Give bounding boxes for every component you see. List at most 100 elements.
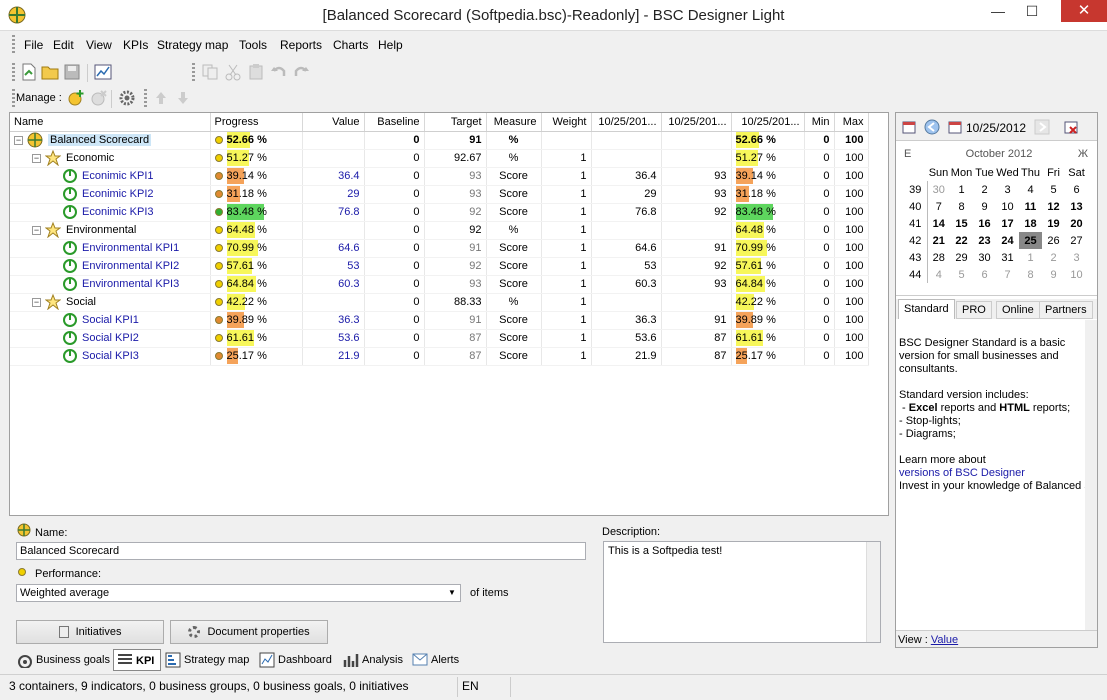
initiatives-button[interactable]: Initiatives [16,620,164,644]
table-row[interactable]: Environmental KPI3 64.84 % 60.3 0 93 Score 1 60… [10,275,869,294]
menu-kpis[interactable]: KPIs [123,38,148,52]
cut-icon[interactable] [224,63,242,81]
calendar-day[interactable]: 6 [973,266,996,283]
calendar-day[interactable]: 10 [1065,266,1088,283]
col-weight[interactable]: Weight [541,113,592,132]
tab-standard[interactable]: Standard [898,299,955,319]
calendar-day[interactable]: 14 [927,215,950,232]
table-row[interactable]: Social KPI2 61.61 % 53.6 0 87 Score 1 53.6 87 61.… [10,329,869,348]
table-row[interactable]: − Environmental 64.48 % 0 92% 1 64.48 % 0 100 [10,221,869,240]
paste-icon[interactable] [247,63,265,81]
table-row[interactable]: Social KPI1 39.89 % 36.3 0 91 Score 1 36.3 91 39.… [10,311,869,330]
calendar-day[interactable]: 15 [950,215,973,232]
move-up-icon[interactable] [152,89,170,107]
calendar-day[interactable]: 31 [996,249,1019,266]
row-name-cell[interactable]: Environmental KPI1 [10,239,211,258]
undo-icon[interactable] [270,63,288,81]
tab-partners[interactable]: Partners [1039,301,1093,319]
calendar-day[interactable]: 3 [1065,249,1088,266]
col-min[interactable]: Min [804,113,835,132]
description-scrollbar[interactable] [866,542,880,642]
calendar-day[interactable]: 10 [996,198,1019,215]
calendar-day[interactable]: 16 [973,215,996,232]
calendar-day[interactable]: 8 [950,198,973,215]
name-field[interactable]: Balanced Scorecard [16,542,586,560]
view-value-link[interactable]: Value [931,634,958,646]
calendar-day[interactable]: 30 [973,249,996,266]
calendar-day[interactable]: 7 [927,198,950,215]
tab-pro[interactable]: PRO [956,301,992,319]
row-name-cell[interactable]: Social KPI2 [10,329,211,348]
row-name-cell[interactable]: Social KPI3 [10,347,211,366]
tab-online[interactable]: Online [996,301,1040,319]
table-row[interactable]: Environmental KPI2 57.61 % 53 0 92 Score 1 53 92… [10,257,869,276]
tab-strategy-map[interactable]: Strategy map [162,649,254,671]
calendar-day[interactable]: 3 [996,181,1019,198]
col-name[interactable]: Name [10,113,211,132]
table-row[interactable]: Econimic KPI3 83.48 % 76.8 0 92 Score 1 76.8 92 8… [10,203,869,222]
menu-charts[interactable]: Charts [333,38,368,52]
row-name-cell[interactable]: Environmental KPI3 [10,275,211,294]
description-field[interactable]: This is a Softpedia test! [603,541,881,643]
forward-arrow-icon[interactable] [1034,119,1050,135]
row-name-cell[interactable]: − Balanced Scorecard [10,131,211,150]
row-name-cell[interactable]: Econimic KPI1 [10,167,211,186]
calendar-day[interactable]: 4 [927,266,950,283]
table-row[interactable]: − Social 42.22 % 0 88.33% 1 42.22 % 0 100 [10,293,869,312]
back-arrow-icon[interactable] [924,119,940,135]
calendar-today-icon[interactable] [902,120,916,134]
menu-help[interactable]: Help [378,38,403,52]
kpi-grid[interactable]: Name Progress Value Baseline Target Meas… [9,112,889,516]
document-properties-button[interactable]: Document properties [170,620,328,644]
row-name-cell[interactable]: Social KPI1 [10,311,211,330]
calendar-day[interactable]: 12 [1042,198,1065,215]
table-row[interactable]: Econimic KPI1 39.14 % 36.4 0 93 Score 1 36.4 93 3… [10,167,869,186]
col-measure[interactable]: Measure [486,113,542,132]
calendar-day[interactable]: 1 [950,181,973,198]
menu-strategy-map[interactable]: Strategy map [157,38,228,52]
calendar-day[interactable]: 9 [1042,266,1065,283]
row-name-cell[interactable]: Environmental KPI2 [10,257,211,276]
tab-business-goals[interactable]: Business goals [14,649,112,671]
row-name-cell[interactable]: − Social [10,293,211,312]
maximize-button[interactable]: ☐ [1017,0,1047,22]
table-row[interactable]: Econimic KPI2 31.18 % 29 0 93 Score 1 29 93 31.18… [10,185,869,204]
calendar-day[interactable]: 6 [1065,181,1088,198]
calendar-day[interactable]: 5 [1042,181,1065,198]
collapse-toggle-icon[interactable]: − [32,225,41,235]
col-target[interactable]: Target [424,113,487,132]
row-name-cell[interactable]: Econimic KPI2 [10,185,211,204]
calendar-day[interactable]: 2 [973,181,996,198]
table-row[interactable]: Environmental KPI1 70.99 % 64.6 0 91 Score 1 64… [10,239,869,258]
move-down-icon[interactable] [174,89,192,107]
menu-tools[interactable]: Tools [239,38,267,52]
calendar-day[interactable]: 20 [1065,215,1088,232]
close-button[interactable]: ✕ [1061,0,1107,22]
col-baseline[interactable]: Baseline [364,113,425,132]
calendar-day[interactable]: 8 [1019,266,1042,283]
calendar-day[interactable]: 23 [973,232,996,249]
calendar-day[interactable]: 30 [927,181,950,198]
add-item-icon[interactable] [67,89,85,107]
calendar-day[interactable]: 7 [996,266,1019,283]
col-progress[interactable]: Progress [210,113,303,132]
calendar-day[interactable]: 24 [996,232,1019,249]
tab-kpi[interactable]: KPI [113,649,161,671]
delete-item-icon[interactable] [90,89,108,107]
calendar-day[interactable]: 29 [950,249,973,266]
calendar-day[interactable]: 2 [1042,249,1065,266]
calendar-day[interactable]: 27 [1065,232,1088,249]
collapse-toggle-icon[interactable]: − [32,153,41,163]
table-row[interactable]: − Balanced Scorecard 52.66 % 0 91% 52.66 % 0 10… [10,131,869,150]
calendar-delete-icon[interactable] [1064,120,1078,134]
minimize-button[interactable]: — [983,0,1013,22]
calendar-day[interactable]: 13 [1065,198,1088,215]
collapse-toggle-icon[interactable]: − [32,297,41,307]
calendar-day[interactable]: 9 [973,198,996,215]
tab-dashboard[interactable]: Dashboard [256,649,336,671]
tab-analysis[interactable]: Analysis [340,649,406,671]
menu-reports[interactable]: Reports [280,38,322,52]
copy-icon[interactable] [201,63,219,81]
calendar-day[interactable]: 5 [950,266,973,283]
col-date-2[interactable]: 10/25/201... [661,113,732,132]
